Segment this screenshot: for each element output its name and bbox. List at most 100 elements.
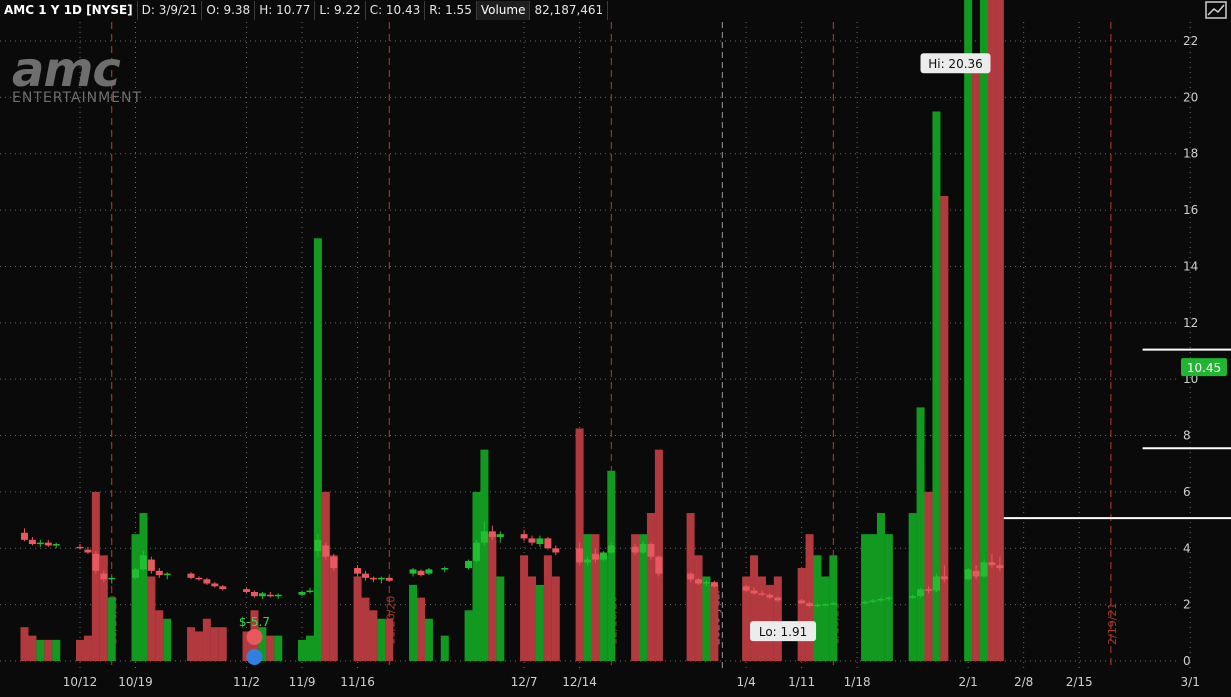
candle-body[interactable] (750, 590, 758, 594)
candle-body[interactable] (306, 590, 314, 593)
candle-body[interactable] (369, 577, 377, 580)
candle-body[interactable] (885, 597, 893, 600)
candle-body[interactable] (76, 546, 84, 549)
candle-body[interactable] (147, 559, 155, 571)
candle-body[interactable] (909, 596, 917, 598)
candle-body[interactable] (465, 560, 473, 568)
candle-body[interactable] (917, 589, 925, 597)
candle-body[interactable] (861, 601, 869, 604)
candle-body[interactable] (710, 582, 718, 587)
info-icon[interactable] (246, 649, 263, 665)
candle-body[interactable] (195, 577, 203, 580)
candle-body[interactable] (496, 534, 504, 537)
candle-body[interactable] (631, 546, 639, 553)
candle-body[interactable] (480, 531, 488, 543)
candle-body[interactable] (829, 603, 837, 605)
candle-body[interactable] (139, 555, 147, 570)
candle-body[interactable] (813, 604, 821, 607)
candle-body[interactable] (132, 569, 140, 578)
candle-body[interactable] (322, 545, 330, 557)
volume-bar (361, 597, 370, 661)
candle-body[interactable] (314, 539, 322, 552)
phone-icon[interactable] (246, 629, 263, 645)
candle-body[interactable] (266, 594, 274, 597)
candle-body[interactable] (980, 562, 988, 577)
volume-bar (44, 639, 53, 661)
candle-body[interactable] (354, 568, 362, 574)
candle-body[interactable] (473, 542, 480, 561)
price-chart[interactable]: 024681012141618202210/1210/1911/211/911/… (0, 0, 1231, 697)
candle-body[interactable] (488, 531, 496, 537)
candle-body[interactable] (774, 597, 782, 601)
hi-label: Hi: 20.36 (928, 57, 983, 71)
candle-body[interactable] (417, 570, 425, 576)
candle-body[interactable] (250, 591, 258, 597)
candle-body[interactable] (274, 594, 282, 597)
volume-bar (416, 597, 425, 661)
candle-body[interactable] (425, 569, 433, 574)
candle-body[interactable] (20, 532, 28, 540)
candle-body[interactable] (441, 568, 449, 570)
candle-body[interactable] (932, 576, 940, 591)
candle-body[interactable] (599, 552, 607, 560)
candle-body[interactable] (702, 582, 710, 584)
volume-bar (528, 576, 537, 661)
candle-body[interactable] (409, 569, 417, 574)
candle-body[interactable] (655, 556, 663, 574)
candle-body[interactable] (187, 573, 195, 578)
candle-body[interactable] (806, 603, 814, 607)
volume-bar (924, 491, 933, 661)
volume-bar (940, 196, 949, 661)
candle-body[interactable] (996, 565, 1004, 568)
candle-body[interactable] (520, 534, 528, 539)
candle-body[interactable] (798, 600, 806, 604)
candle-body[interactable] (766, 594, 774, 598)
candle-body[interactable] (964, 569, 972, 580)
candle-body[interactable] (36, 542, 44, 545)
candle-body[interactable] (361, 573, 369, 578)
candle-body[interactable] (203, 579, 211, 584)
candle-body[interactable] (52, 544, 60, 546)
candle-body[interactable] (925, 589, 933, 591)
candle-body[interactable] (877, 599, 885, 601)
volume-bar (274, 635, 283, 661)
symbol-label[interactable]: AMC 1 Y 1D [NYSE] (0, 1, 138, 20)
candle-body[interactable] (330, 556, 338, 568)
candle-body[interactable] (243, 589, 251, 592)
candle-body[interactable] (607, 545, 615, 553)
candle-body[interactable] (940, 576, 948, 580)
candle-body[interactable] (163, 573, 171, 576)
candle-body[interactable] (544, 538, 552, 549)
candle-body[interactable] (385, 577, 393, 581)
candle-body[interactable] (44, 542, 52, 546)
candle-body[interactable] (869, 600, 877, 602)
candle-body[interactable] (647, 544, 655, 557)
candle-body[interactable] (821, 604, 829, 606)
candle-body[interactable] (972, 570, 980, 577)
candle-body[interactable] (155, 570, 163, 576)
candle-body[interactable] (536, 538, 544, 545)
candle-body[interactable] (219, 586, 227, 590)
candle-body[interactable] (377, 577, 385, 580)
candle-body[interactable] (528, 538, 536, 543)
candle-body[interactable] (591, 553, 599, 560)
candle-body[interactable] (639, 544, 647, 553)
candle-body[interactable] (742, 586, 750, 591)
candle-body[interactable] (576, 548, 584, 563)
candle-body[interactable] (108, 577, 116, 580)
candle-body[interactable] (211, 583, 219, 587)
candle-body[interactable] (92, 553, 100, 571)
candle-body[interactable] (695, 579, 703, 584)
candle-body[interactable] (298, 591, 306, 595)
candle-body[interactable] (584, 559, 592, 563)
candle-body[interactable] (988, 562, 996, 566)
candle-body[interactable] (552, 548, 560, 553)
candle-body[interactable] (28, 539, 36, 545)
candle-body[interactable] (84, 549, 92, 553)
candle-body[interactable] (100, 573, 108, 580)
x-tick-label: 1/11 (788, 675, 815, 689)
candle-body[interactable] (758, 593, 766, 595)
candle-body[interactable] (258, 593, 266, 597)
candle-body[interactable] (687, 573, 695, 580)
volume-bar (353, 576, 362, 661)
